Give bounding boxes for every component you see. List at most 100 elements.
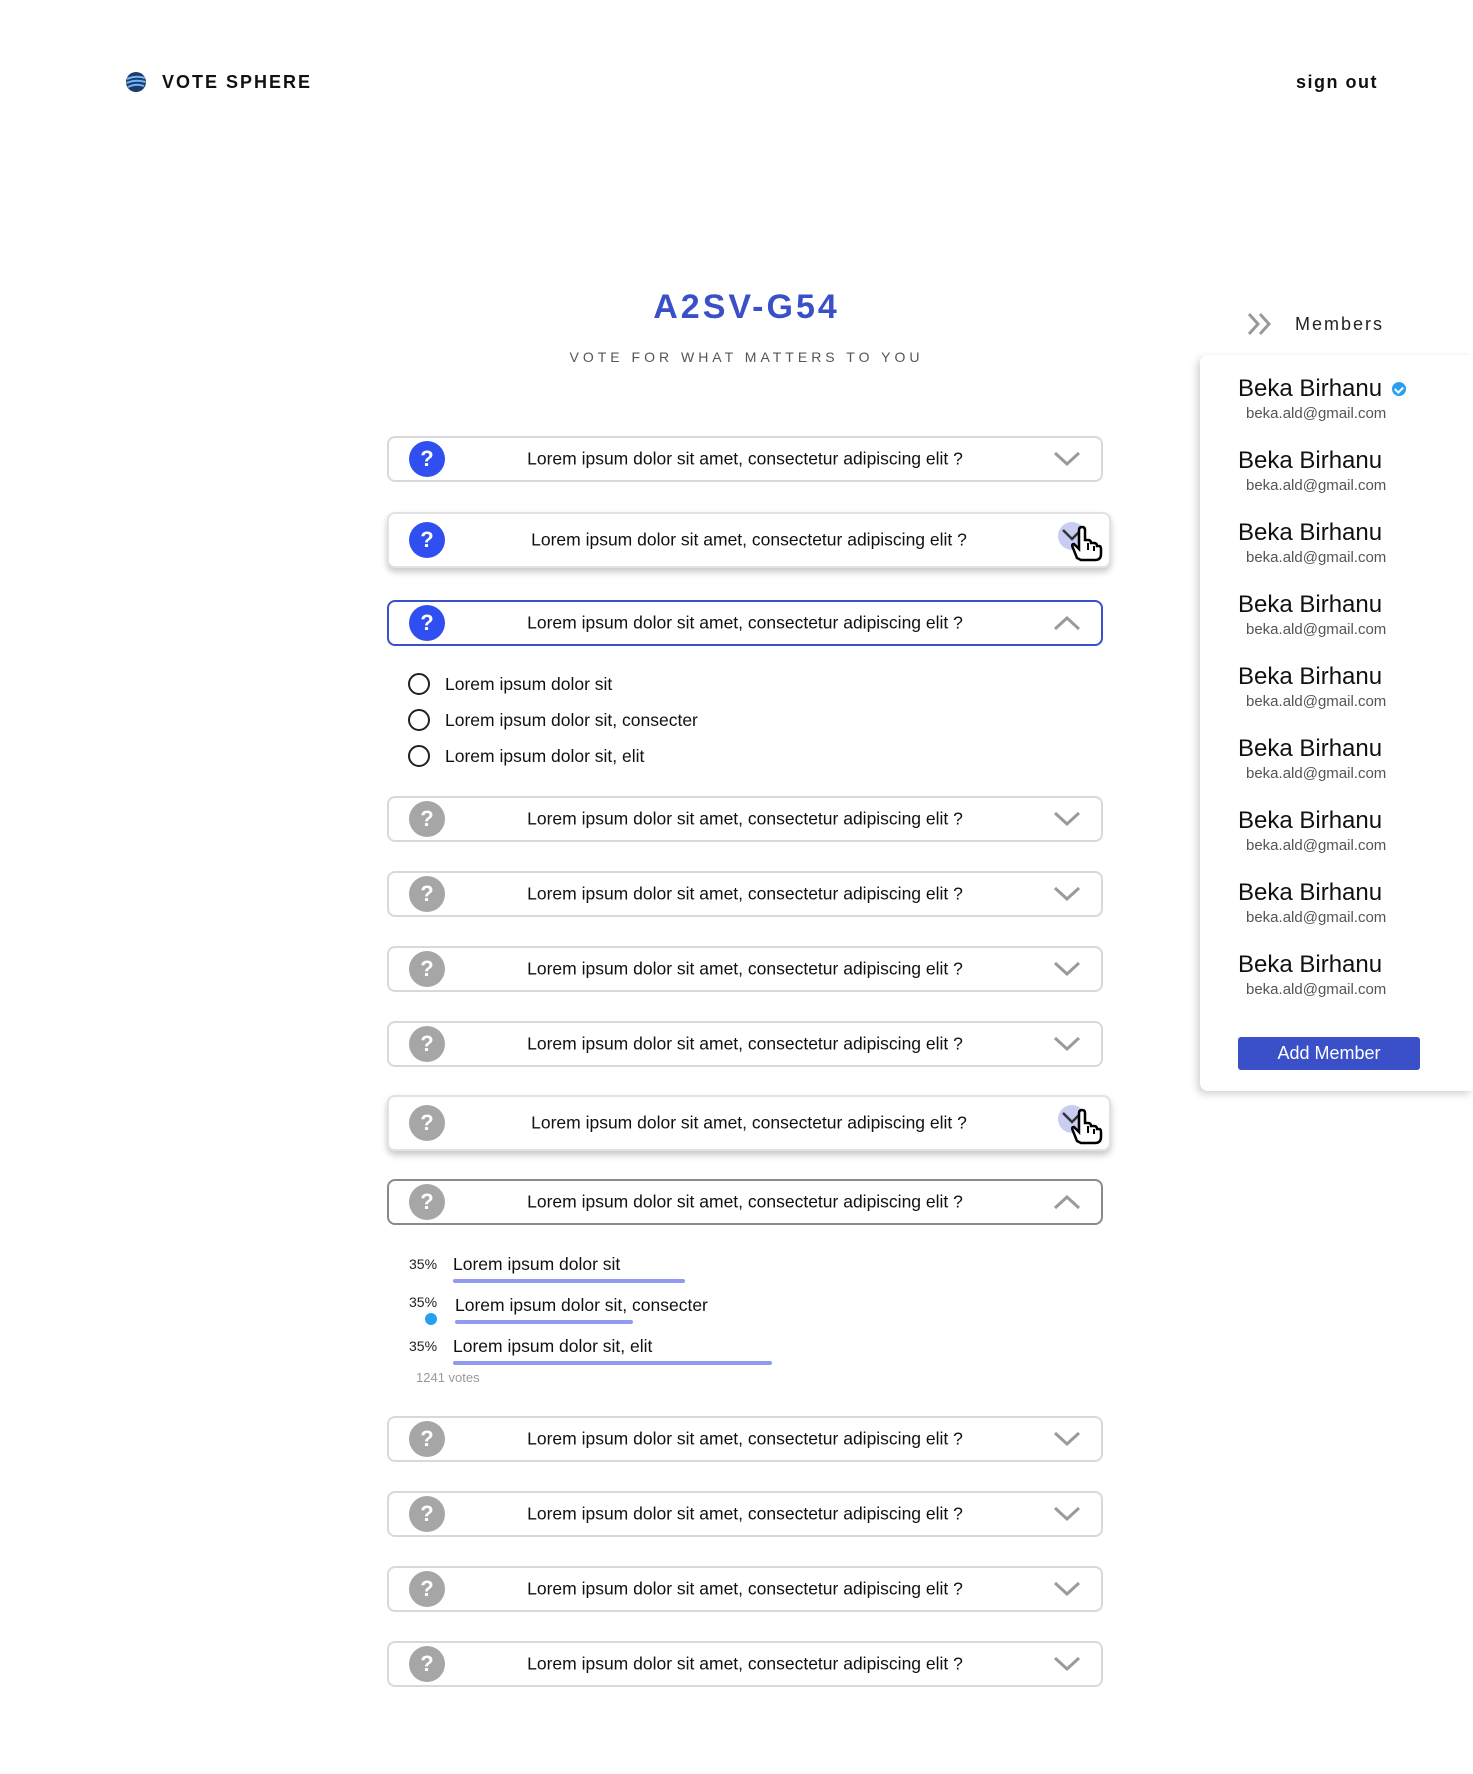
poll-question: Lorem ipsum dolor sit amet, consectetur … [531,529,967,550]
pointer-hand-icon[interactable] [1055,1099,1103,1147]
brand-logo[interactable]: VOTE SPHERE [124,70,312,94]
chevron-down-icon[interactable] [1051,884,1083,904]
poll-row[interactable]: ? Lorem ipsum dolor sit amet, consectetu… [387,1491,1103,1537]
poll-row[interactable]: ? Lorem ipsum dolor sit amet, consectetu… [387,1095,1111,1151]
result-bar [455,1320,633,1324]
question-icon: ? [409,1105,445,1141]
member-email: beka.ald@gmail.com [1246,909,1387,926]
chevron-up-icon[interactable] [1051,613,1083,633]
question-icon: ? [409,1496,445,1532]
poll-row[interactable]: ? Lorem ipsum dolor sit amet, consectetu… [387,946,1103,992]
member-name: Beka Birhanu [1238,375,1383,402]
vote-option[interactable]: Lorem ipsum dolor sit, elit [408,745,644,767]
poll-question: Lorem ipsum dolor sit amet, consectetur … [531,1112,967,1133]
member-name: Beka Birhanu [1238,807,1383,834]
poll-question: Lorem ipsum dolor sit amet, consectetur … [527,958,963,979]
result-label: Lorem ipsum dolor sit [453,1254,621,1274]
poll-question: Lorem ipsum dolor sit amet, consectetur … [527,1503,963,1524]
members-title: Members [1295,313,1385,334]
result-label: Lorem ipsum dolor sit, elit [453,1336,653,1356]
member-name: Beka Birhanu [1238,447,1383,474]
group-tagline: VOTE FOR WHAT MATTERS TO YOU [569,349,924,365]
member-item[interactable]: Beka Birhanu beka.ald@gmail.com [1238,735,1386,782]
poll-row[interactable]: ? Lorem ipsum dolor sit amet, consectetu… [387,1416,1103,1462]
question-icon: ? [409,1184,445,1220]
member-item[interactable]: Beka Birhanu beka.ald@gmail.com [1238,663,1386,710]
result-bar [453,1279,685,1283]
poll-row[interactable]: ? Lorem ipsum dolor sit amet, consectetu… [387,512,1111,568]
member-name: Beka Birhanu [1238,663,1383,690]
poll-row[interactable]: ? Lorem ipsum dolor sit amet, consectetu… [387,796,1103,842]
member-item[interactable]: Beka Birhanu beka.ald@gmail.com [1238,951,1386,998]
member-item[interactable]: Beka Birhanu beka.ald@gmail.com [1238,519,1386,566]
sign-out-link[interactable]: sign out [1296,72,1378,93]
poll-question: Lorem ipsum dolor sit amet, consectetur … [527,1578,963,1599]
poll-question: Lorem ipsum dolor sit amet, consectetur … [527,1428,963,1449]
poll-question: Lorem ipsum dolor sit amet, consectetur … [527,1191,963,1212]
poll-row[interactable]: ? Lorem ipsum dolor sit amet, consectetu… [387,1021,1103,1067]
question-icon: ? [409,951,445,987]
poll-row[interactable]: ? Lorem ipsum dolor sit amet, consectetu… [387,1179,1103,1225]
chevron-down-icon[interactable] [1051,1034,1083,1054]
member-email: beka.ald@gmail.com [1246,477,1387,494]
poll-row[interactable]: ? Lorem ipsum dolor sit amet, consectetu… [387,600,1103,646]
poll-question: Lorem ipsum dolor sit amet, consectetur … [527,808,963,829]
double-chevron-right-icon[interactable] [1245,310,1275,338]
chevron-down-icon[interactable] [1051,1504,1083,1524]
vote-option-label: Lorem ipsum dolor sit [445,673,613,694]
poll-row[interactable]: ? Lorem ipsum dolor sit amet, consectetu… [387,871,1103,917]
question-icon: ? [409,522,445,558]
result-percent: 35% [409,1338,438,1354]
member-item[interactable]: Beka Birhanu beka.ald@gmail.com [1238,591,1386,638]
poll-question: Lorem ipsum dolor sit amet, consectetur … [527,612,963,633]
poll-question: Lorem ipsum dolor sit amet, consectetur … [527,1033,963,1054]
question-icon: ? [409,801,445,837]
chevron-down-icon[interactable] [1051,1429,1083,1449]
question-icon: ? [409,876,445,912]
member-email: beka.ald@gmail.com [1246,837,1387,854]
member-email: beka.ald@gmail.com [1246,765,1387,782]
question-icon: ? [409,1421,445,1457]
question-icon: ? [409,1646,445,1682]
chevron-down-icon[interactable] [1051,1579,1083,1599]
chevron-down-icon[interactable] [1051,959,1083,979]
member-name: Beka Birhanu [1238,879,1383,906]
vote-option[interactable]: Lorem ipsum dolor sit [408,673,612,695]
poll-row[interactable]: ? Lorem ipsum dolor sit amet, consectetu… [387,1566,1103,1612]
chevron-down-icon[interactable] [1051,1654,1083,1674]
chevron-down-icon[interactable] [1051,449,1083,469]
globe-icon [126,72,146,92]
vote-option[interactable]: Lorem ipsum dolor sit, consecter [408,709,698,731]
result-percent: 35% [409,1256,438,1272]
member-email: beka.ald@gmail.com [1246,981,1387,998]
vote-count: 1241 votes [416,1370,480,1385]
question-icon: ? [409,605,445,641]
result-label: Lorem ipsum dolor sit, consecter [455,1295,708,1315]
members-header[interactable]: Members [1245,310,1384,338]
poll-row[interactable]: ? Lorem ipsum dolor sit amet, consectetu… [387,436,1103,482]
pointer-hand-icon[interactable] [1055,516,1103,564]
radio-button[interactable] [408,745,430,767]
member-email: beka.ald@gmail.com [1246,405,1387,422]
chevron-up-icon[interactable] [1051,1192,1083,1212]
member-name: Beka Birhanu [1238,591,1383,618]
poll-row[interactable]: ? Lorem ipsum dolor sit amet, consectetu… [387,1641,1103,1687]
member-name: Beka Birhanu [1238,735,1383,762]
poll-question: Lorem ipsum dolor sit amet, consectetur … [527,1653,963,1674]
verified-badge-icon [1392,382,1407,396]
question-icon: ? [409,1026,445,1062]
group-title: A2SV-G54 [653,288,840,326]
member-item[interactable]: Beka Birhanu beka.ald@gmail.com [1238,879,1386,926]
member-item[interactable]: Beka Birhanu beka.ald@gmail.com [1238,807,1386,854]
member-email: beka.ald@gmail.com [1246,621,1387,638]
radio-button[interactable] [408,673,430,695]
add-member-button[interactable]: Add Member [1238,1037,1420,1070]
member-email: beka.ald@gmail.com [1246,549,1387,566]
member-item[interactable]: Beka Birhanu beka.ald@gmail.com [1238,375,1407,422]
result-bar [453,1361,772,1365]
member-item[interactable]: Beka Birhanu beka.ald@gmail.com [1238,447,1386,494]
poll-question: Lorem ipsum dolor sit amet, consectetur … [527,448,963,469]
brand-name: VOTE SPHERE [162,71,313,92]
chevron-down-icon[interactable] [1051,809,1083,829]
radio-button[interactable] [408,709,430,731]
